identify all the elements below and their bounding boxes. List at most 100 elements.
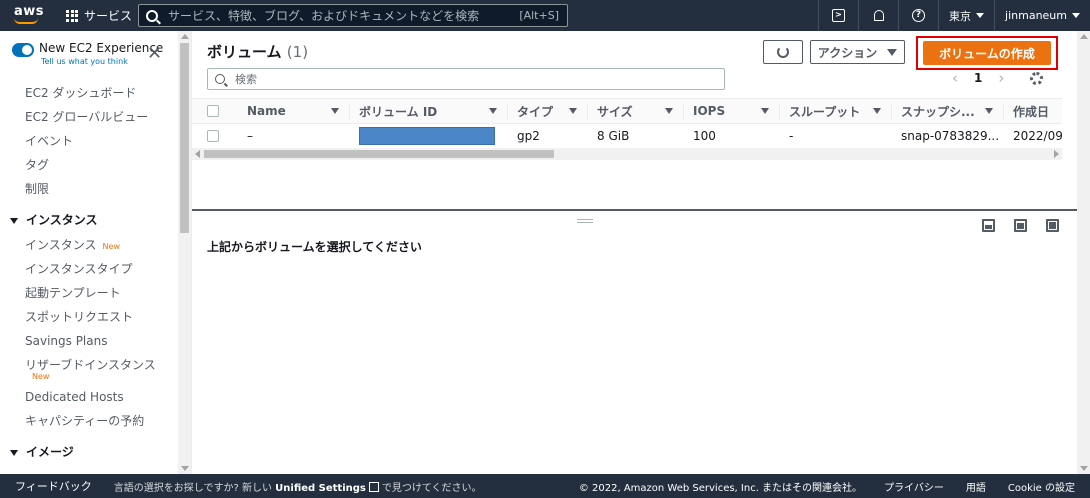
column-header[interactable]: タイプ [507,98,587,124]
sidebar-item-spot-requests[interactable]: スポットリクエスト [0,305,178,329]
sidebar-item-events[interactable]: イベント [0,129,178,153]
cell-iops: 100 [683,123,779,149]
external-link-icon [368,481,379,492]
account-menu[interactable]: jinmaneum [994,0,1090,31]
filter-input[interactable]: 検索 [207,68,725,90]
sidebar-item-tags[interactable]: タグ [0,153,178,177]
column-header[interactable]: IOPS [683,98,779,124]
sort-icon[interactable] [665,108,673,114]
search-shortcut: [Alt+S] [519,9,559,22]
feedback-link[interactable]: フィードバック [15,478,92,494]
region-label: 東京 [949,9,972,23]
title-text: ボリューム [207,43,282,61]
sidebar-item-instance-types[interactable]: インスタンスタイプ [0,257,178,281]
cookie-settings-link[interactable]: Cookie の設定 [1008,479,1075,494]
column-header[interactable]: スナップシ... [891,98,1003,124]
section-label: インスタンス [26,213,98,227]
table-row[interactable]: – gp2 8 GiB 100 - snap-0783829... 2022/0… [192,123,1062,149]
copyright: © 2022, Amazon Web Services, Inc. またはその関… [578,482,863,494]
caret-down-icon [10,449,18,456]
sidebar-section-instances[interactable]: インスタンス [0,207,178,233]
sidebar-item-dashboard[interactable]: EC2 ダッシュボード [0,81,178,105]
scroll-thumb[interactable] [180,43,189,233]
terms-link[interactable]: 用語 [966,479,986,494]
sidebar-item-limits[interactable]: 制限 [0,177,178,201]
footer: フィードバック 言語の選択をお探しですか? 新しい Unified Settin… [0,474,1090,498]
sidebar-item-reserved-instances[interactable]: リザーブドインスタンス [0,353,178,377]
drag-handle-icon[interactable] [577,219,593,223]
sidebar-section-images[interactable]: イメージ [0,439,178,465]
sidebar-item-launch-templates[interactable]: 起動テンプレート [0,281,178,305]
help-icon: ? [912,9,926,22]
help-button[interactable]: ? [898,0,938,31]
sort-icon[interactable] [331,108,339,114]
new-experience-toggle-row: New EC2 Experience Tell us what you thin… [12,41,163,66]
new-experience-toggle[interactable] [12,43,34,57]
scroll-up-icon[interactable] [181,34,189,39]
scroll-left-icon[interactable] [195,150,200,158]
actions-button[interactable]: アクション [810,40,905,64]
new-badge: New [102,242,120,251]
sidebar-scrollbar[interactable] [178,31,191,474]
page-number[interactable]: 1 [974,71,982,85]
chevron-right-icon[interactable]: › [998,69,1004,87]
sidebar-item-global-view[interactable]: EC2 グローバルビュー [0,105,178,129]
services-menu[interactable]: サービス [66,0,132,31]
cell-throughput: - [779,123,891,149]
sort-icon[interactable] [761,108,769,114]
region-selector[interactable]: 東京 [938,0,994,31]
language-notice: 言語の選択をお探しですか? 新しい Unified Settings で見つけてく… [114,479,482,494]
split-panel-divider[interactable] [192,209,1077,211]
sidebar-item-capacity-reservations[interactable]: キャパシティーの予約 [0,409,178,433]
feedback-link[interactable]: Tell us what you think [41,57,163,66]
scroll-up-icon[interactable] [1080,34,1088,39]
scroll-down-icon[interactable] [181,466,189,471]
column-header[interactable]: 作成日 [1003,98,1062,124]
column-header[interactable]: サイズ [587,98,683,124]
gear-icon[interactable] [1030,72,1043,85]
layout-bottom-icon[interactable] [982,219,995,232]
sidebar-item-label: インスタンス [25,238,97,252]
column-label: タイプ [517,104,554,119]
sort-icon[interactable] [489,108,497,114]
column-header[interactable]: スループット [779,98,891,124]
title-count: (1) [286,43,309,61]
column-label: 作成日 [1013,104,1050,119]
refresh-button[interactable] [763,40,803,64]
cloudshell-icon: > [832,9,846,22]
main-content: ボリューム (1) アクション ボリュームの作成 検索 ‹ 1 › Name ボ… [192,31,1077,474]
sidebar-item-instances[interactable]: インスタンス New [0,233,178,257]
sort-icon[interactable] [985,108,993,114]
row-checkbox[interactable] [207,130,219,142]
notice-suffix: で見つけてください。 [381,482,482,494]
privacy-link[interactable]: プライバシー [884,479,944,494]
select-all-checkbox[interactable] [207,105,219,117]
grid-menu-icon [66,9,78,22]
scroll-thumb[interactable] [204,150,554,158]
sidebar-item-dedicated-hosts[interactable]: Dedicated Hosts [0,385,178,409]
cloudshell-button[interactable]: > [818,0,858,31]
notifications-button[interactable] [858,0,898,31]
table-horizontal-scrollbar[interactable] [192,148,1062,160]
sidebar-item-savings-plans[interactable]: Savings Plans [0,329,178,353]
global-search-input[interactable]: サービス、特徴、ブログ、およびドキュメントなどを検索 [Alt+S] [138,4,568,27]
layout-full-icon[interactable] [1046,219,1059,232]
main-scrollbar[interactable] [1077,31,1090,474]
create-volume-button[interactable]: ボリュームの作成 [923,41,1051,65]
sort-icon[interactable] [569,108,577,114]
column-header[interactable]: Name [237,98,349,124]
layout-half-icon[interactable] [1014,219,1027,232]
scroll-right-icon[interactable] [1054,150,1059,158]
aws-logo[interactable]: aws [10,0,54,31]
close-sidebar-icon[interactable]: ✕ [147,45,162,63]
column-header[interactable]: ボリューム ID [349,98,507,124]
sort-icon[interactable] [873,108,881,114]
chevron-left-icon[interactable]: ‹ [952,69,958,87]
account-label: jinmaneum [1005,9,1067,22]
unified-settings-link[interactable]: Unified Settings [275,483,366,494]
search-icon [215,74,225,84]
cell-volume-id[interactable] [349,123,507,149]
cell-snapshot[interactable]: snap-0783829... [891,123,1003,149]
toggle-label: New EC2 Experience [39,41,164,55]
scroll-down-icon[interactable] [1080,466,1088,471]
